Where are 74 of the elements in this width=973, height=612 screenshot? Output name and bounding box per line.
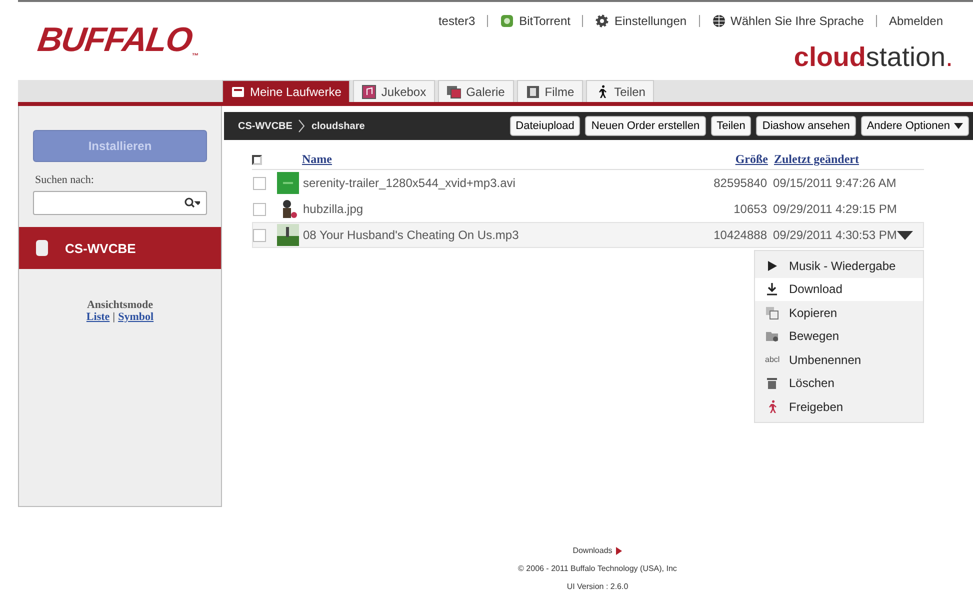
brand-logo: cloudstation. bbox=[794, 42, 954, 73]
list-view-link[interactable]: Liste bbox=[86, 311, 110, 323]
globe-icon bbox=[712, 14, 726, 28]
tab[interactable]: Filme bbox=[516, 80, 584, 102]
gallery-icon bbox=[447, 84, 462, 98]
file-row[interactable]: 08 Your Husband's Cheating On Us.mp3 10424888 09/29/2011 4:30:53 PM bbox=[252, 222, 924, 248]
toolbar-button[interactable]: Dateiupload bbox=[510, 116, 580, 136]
column-header[interactable]: Zuletzt geändert bbox=[774, 152, 859, 166]
menu-item[interactable]: Kopieren bbox=[755, 301, 923, 324]
breadcrumb-item[interactable]: CS-WVCBE bbox=[238, 120, 292, 132]
checkbox[interactable] bbox=[253, 228, 266, 242]
checkbox[interactable] bbox=[253, 202, 266, 216]
modified-date: 09/29/2011 4:30:53 PM bbox=[773, 228, 897, 242]
menu-item[interactable]: abcl Umbenennen bbox=[755, 348, 923, 372]
breadcrumb-item[interactable]: cloudshare bbox=[311, 120, 365, 132]
header-link[interactable]: Abmelden bbox=[888, 14, 943, 28]
drive-item[interactable]: CS-WVCBE bbox=[19, 227, 221, 269]
modified-date: 09/29/2011 4:29:15 PM bbox=[773, 202, 897, 216]
version-text: UI Version : 2.6.0 bbox=[566, 582, 628, 591]
column-header[interactable]: Größe bbox=[735, 152, 768, 166]
chevron-icon bbox=[298, 119, 306, 133]
download-icon bbox=[765, 282, 779, 296]
file-name: hubzilla.jpg bbox=[303, 202, 364, 216]
file-size: 10653 bbox=[732, 202, 768, 216]
rename-icon: abcl bbox=[765, 355, 779, 364]
username: tester3 bbox=[438, 14, 476, 28]
music-icon bbox=[362, 84, 376, 98]
caret-icon bbox=[954, 123, 963, 129]
tab[interactable]: Jukebox bbox=[353, 80, 436, 102]
drive-icon bbox=[35, 239, 49, 257]
toolbar-button[interactable]: Teilen bbox=[710, 116, 752, 136]
file-size: 10424888 bbox=[712, 228, 768, 242]
downloads-link[interactable]: Downloads bbox=[572, 546, 622, 555]
caret-icon[interactable] bbox=[897, 230, 913, 240]
menu-item[interactable]: Musik - Wiedergabe bbox=[755, 254, 923, 278]
film-icon bbox=[526, 84, 540, 98]
toolbar-button[interactable]: Neuen Order erstellen bbox=[585, 116, 706, 136]
file-size: 82595840 bbox=[712, 176, 768, 190]
view-mode-label: Ansichtsmode bbox=[86, 299, 153, 311]
menu-item[interactable]: Bewegen bbox=[755, 324, 923, 348]
folder-icon bbox=[765, 329, 779, 344]
search-label: Suchen nach: bbox=[35, 174, 95, 186]
arrow-icon bbox=[616, 546, 622, 554]
menu-item[interactable]: Freigeben bbox=[755, 395, 923, 418]
settings-icon bbox=[595, 14, 610, 28]
file-name: serenity-trailer_1280x544_xvid+mp3.avi bbox=[303, 176, 516, 190]
select-all-checkbox[interactable] bbox=[252, 154, 262, 164]
menu-item[interactable]: Download bbox=[755, 278, 923, 301]
tab[interactable]: Meine Laufwerke bbox=[222, 80, 350, 102]
file-name: 08 Your Husband's Cheating On Us.mp3 bbox=[303, 228, 520, 242]
tab[interactable]: Teilen bbox=[586, 80, 654, 102]
search-icon bbox=[184, 197, 200, 209]
drive-icon bbox=[231, 84, 245, 98]
file-row[interactable]: hubzilla.jpg 10653 09/29/2011 4:29:15 PM bbox=[252, 196, 924, 222]
toolbar-button[interactable]: Diashow ansehen bbox=[756, 116, 856, 136]
checkbox[interactable] bbox=[253, 176, 266, 190]
play-icon bbox=[765, 258, 779, 273]
video-thumbnail bbox=[277, 172, 299, 194]
header-link[interactable]: BitTorrent bbox=[500, 14, 570, 28]
copy-icon bbox=[765, 306, 779, 320]
header-link[interactable]: Wählen Sie Ihre Sprache bbox=[712, 14, 864, 28]
search-field[interactable] bbox=[33, 191, 207, 215]
header-link[interactable]: Einstellungen bbox=[595, 14, 687, 28]
separator-text: | bbox=[112, 311, 116, 323]
file-row[interactable]: serenity-trailer_1280x544_xvid+mp3.avi 82595840 09/15/2011 9:47:26 AM bbox=[252, 170, 924, 196]
menu-item[interactable]: Löschen bbox=[755, 372, 923, 395]
column-header[interactable]: Name bbox=[302, 152, 332, 166]
trash-icon bbox=[765, 376, 779, 390]
copyright-text: © 2006 - 2011 Buffalo Technology (USA), Inc bbox=[518, 564, 677, 573]
icon-view-link[interactable]: Symbol bbox=[118, 311, 154, 323]
toolbar-button[interactable]: Andere Optionen bbox=[860, 116, 969, 136]
tab[interactable]: Galerie bbox=[438, 80, 514, 102]
modified-date: 09/15/2011 9:47:26 AM bbox=[773, 176, 896, 190]
torrent-icon bbox=[500, 14, 514, 28]
